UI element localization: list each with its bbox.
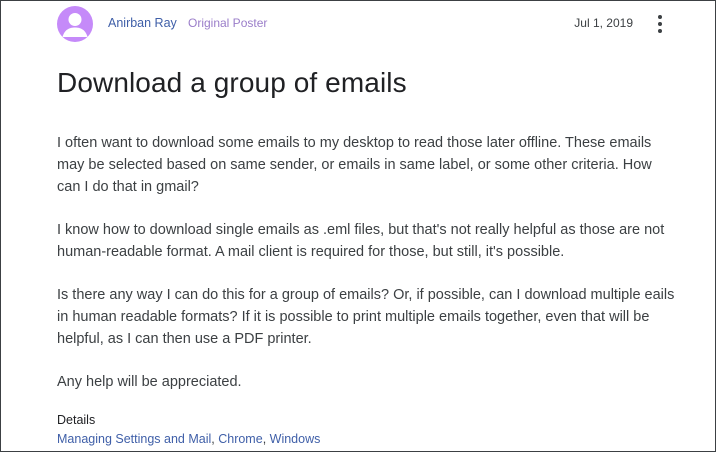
more-vert-icon-dot [658,22,662,26]
details-link-managing-settings[interactable]: Managing Settings and Mail [57,432,211,446]
details-link-chrome[interactable]: Chrome [218,432,262,446]
more-options-button[interactable] [653,13,667,35]
author-name[interactable]: Anirban Ray [108,16,177,30]
original-poster-badge: Original Poster [188,16,268,30]
more-vert-icon [658,15,662,19]
post-paragraph: Any help will be appreciated. [57,374,242,390]
post-body: I often want to download some emails to … [57,132,675,414]
details-label: Details [57,413,96,427]
post-paragraph: Is there any way I can do this for a gro… [57,287,675,347]
avatar[interactable] [57,6,93,42]
person-icon [62,13,88,37]
post-date: Jul 1, 2019 [574,16,633,30]
more-vert-icon-dot [658,29,662,33]
post-title: Download a group of emails [57,67,407,98]
details-separator: , [262,432,270,446]
details-link-windows[interactable]: Windows [270,432,321,446]
post-card: Anirban Ray Original Poster Jul 1, 2019 … [0,0,716,452]
post-paragraph: I often want to download some emails to … [57,135,652,195]
post-paragraph: I know how to download single emails as … [57,222,665,260]
details-links: Managing Settings and Mail, Chrome, Wind… [57,432,320,446]
post-header: Anirban Ray Original Poster Jul 1, 2019 [57,5,667,43]
